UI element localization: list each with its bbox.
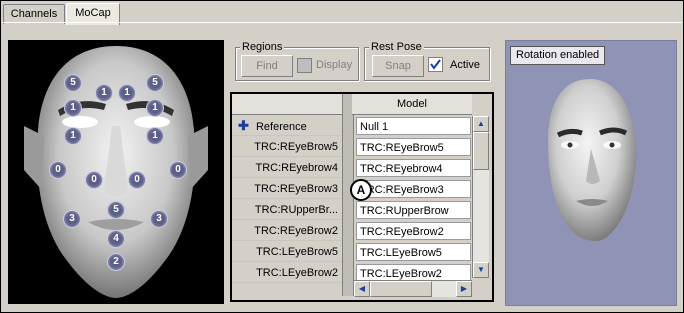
scroll-up-icon[interactable]: ▲ — [473, 116, 489, 132]
face-marker[interactable]: 1 — [146, 127, 164, 145]
scroll-thumb[interactable] — [473, 132, 489, 170]
model-cell[interactable]: Null 1 — [356, 117, 471, 135]
row-label[interactable]: TRC:RUpperBr... — [232, 200, 342, 220]
row-label[interactable]: TRC:REyeBrow2 — [232, 221, 342, 241]
scroll-thumb-horizontal[interactable] — [370, 281, 432, 297]
rotation-status-badge: Rotation enabled — [510, 46, 606, 65]
face-marker[interactable]: 0 — [85, 171, 103, 189]
reference-label: Reference — [255, 121, 307, 133]
regions-label: Regions — [240, 41, 285, 53]
face-marker[interactable]: 1 — [146, 99, 164, 117]
model-cell[interactable]: TRC:REyebrow4 — [356, 159, 471, 177]
active-checkbox[interactable] — [428, 57, 443, 72]
vertical-scrollbar[interactable]: ▲ ▼ — [472, 116, 489, 278]
active-label: Active — [450, 59, 480, 71]
model-cell[interactable]: TRC:RUpperBrow — [356, 201, 471, 219]
row-header-blank — [232, 94, 342, 115]
scroll-left-icon[interactable]: ◀ — [354, 281, 370, 297]
face-marker[interactable]: 5 — [107, 201, 125, 219]
model-cell[interactable]: TRC:LEyeBrow5 — [356, 243, 471, 261]
scroll-right-icon[interactable]: ▶ — [456, 281, 472, 297]
face-marker[interactable]: 1 — [64, 99, 82, 117]
face-marker[interactable]: 4 — [107, 230, 125, 248]
scroll-down-icon[interactable]: ▼ — [473, 262, 489, 278]
find-button[interactable]: Find — [241, 55, 293, 77]
display-label: Display — [316, 59, 353, 71]
face-marker[interactable]: 2 — [107, 253, 125, 271]
face-marker[interactable]: 1 — [118, 84, 136, 102]
plus-icon: ✚ — [238, 118, 249, 133]
row-label[interactable]: TRC:REyeBrow3 — [232, 179, 342, 199]
column-header-model[interactable]: Model — [352, 94, 472, 115]
row-label[interactable]: TRC:LEyeBrow2 — [232, 263, 342, 283]
model-viewer[interactable] — [505, 40, 677, 306]
face-marker[interactable]: 3 — [150, 210, 168, 228]
face-marker[interactable]: 5 — [64, 74, 82, 92]
display-checkbox[interactable] — [297, 58, 312, 73]
face-marker[interactable]: 3 — [63, 210, 81, 228]
face-marker[interactable]: 1 — [64, 127, 82, 145]
model-cell[interactable]: TRC:REyeBrow5 — [356, 138, 471, 156]
row-label[interactable]: TRC:REyebrow4 — [232, 158, 342, 178]
face-marker[interactable]: 0 — [49, 161, 67, 179]
head-model-render — [548, 79, 637, 241]
face-marker[interactable]: 1 — [95, 84, 113, 102]
rest-pose-label: Rest Pose — [369, 41, 424, 53]
face-marker[interactable]: 0 — [128, 171, 146, 189]
row-label[interactable]: TRC:REyeBrow5 — [232, 137, 342, 157]
snap-button[interactable]: Snap — [372, 55, 424, 77]
face-marker[interactable]: 5 — [146, 74, 164, 92]
row-label-reference[interactable]: ✚ Reference — [232, 116, 342, 136]
model-cell[interactable]: TRC:REyeBrow2 — [356, 222, 471, 240]
model-cell[interactable]: TRC:REyeBrow3 — [356, 180, 471, 198]
checkmark-icon — [430, 59, 441, 70]
callout-marker: A — [350, 179, 372, 201]
row-label[interactable]: TRC:LEyeBrow5 — [232, 242, 342, 262]
tab-divider — [2, 22, 682, 23]
face-marker[interactable]: 0 — [169, 161, 187, 179]
horizontal-scrollbar[interactable]: ◀ ▶ — [354, 280, 472, 297]
tab-channels[interactable]: Channels — [3, 4, 65, 24]
